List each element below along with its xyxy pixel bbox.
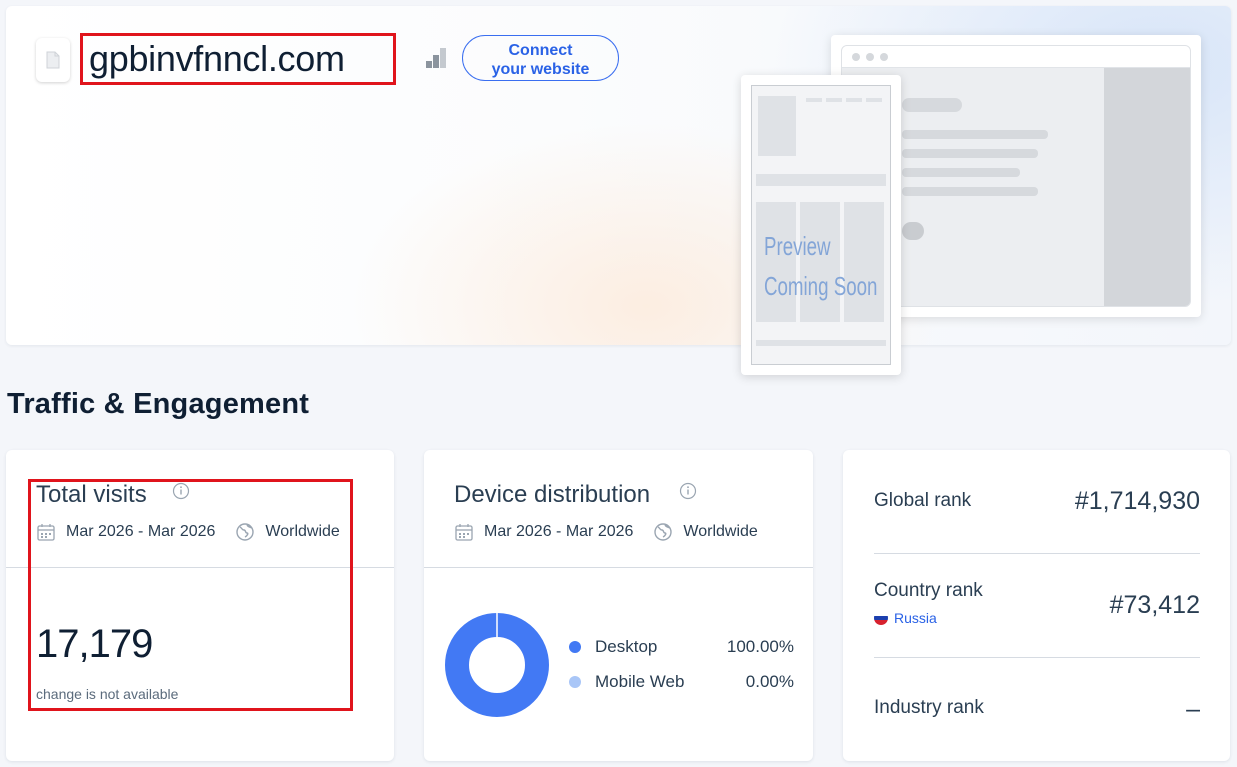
total-visits-title: Total visits bbox=[36, 481, 147, 508]
total-visits-value: 17,179 bbox=[36, 622, 153, 666]
signal-bars-icon bbox=[426, 48, 446, 68]
region-text: Worldwide bbox=[683, 523, 758, 540]
info-icon[interactable] bbox=[679, 482, 697, 500]
legend-value: 0.00% bbox=[745, 672, 794, 691]
connect-label-line2: your website bbox=[491, 60, 590, 78]
region: Worldwide bbox=[653, 522, 758, 542]
country-rank-value: #73,412 bbox=[1109, 591, 1200, 619]
country-name: Russia bbox=[894, 610, 937, 626]
device-donut-chart bbox=[445, 613, 549, 717]
preview-coming-soon-text: Preview Coming Soon bbox=[764, 226, 877, 306]
date-range: Mar 2026 - Mar 2026 bbox=[36, 522, 215, 542]
country-rank-label: Country rank bbox=[874, 580, 983, 601]
ranks-card: Global rank #1,714,930 Country rank Russ… bbox=[843, 450, 1230, 761]
legend-mobile-web: Mobile Web 0.00% bbox=[569, 672, 794, 692]
device-distribution-title: Device distribution bbox=[454, 481, 651, 508]
preview-line2: Coming Soon bbox=[764, 271, 878, 301]
change-note: change is not available bbox=[36, 686, 179, 702]
desktop-dot bbox=[569, 641, 581, 653]
site-header-panel: gpbinvfnncl.com Connect your website Pre… bbox=[6, 6, 1231, 375]
document-icon bbox=[46, 51, 60, 69]
industry-rank-value: – bbox=[1186, 695, 1200, 723]
calendar-icon bbox=[455, 524, 473, 541]
calendar-icon bbox=[37, 524, 55, 541]
legend-label: Desktop bbox=[595, 637, 658, 656]
date-range-text: Mar 2026 - Mar 2026 bbox=[484, 523, 634, 540]
card-divider bbox=[424, 567, 813, 568]
info-icon[interactable] bbox=[172, 482, 190, 500]
device-meta: Mar 2026 - Mar 2026 Worldwide bbox=[454, 522, 758, 542]
legend-value: 100.00% bbox=[726, 637, 794, 656]
card-divider bbox=[6, 567, 394, 568]
date-range: Mar 2026 - Mar 2026 bbox=[454, 522, 633, 542]
region-text: Worldwide bbox=[265, 523, 340, 540]
total-visits-meta: Mar 2026 - Mar 2026 Worldwide bbox=[36, 522, 340, 542]
country-link[interactable]: Russia bbox=[874, 610, 937, 626]
date-range-text: Mar 2026 - Mar 2026 bbox=[66, 523, 216, 540]
russia-flag-icon bbox=[874, 611, 888, 625]
total-visits-card: Total visits Mar 2026 - Mar 2026 Worldwi… bbox=[6, 450, 394, 761]
device-distribution-card: Device distribution Mar 2026 - Mar 2026 … bbox=[424, 450, 813, 761]
preview-line1: Preview bbox=[764, 231, 831, 261]
connect-label-line1: Connect bbox=[508, 41, 573, 59]
mobile-preview: Preview Coming Soon bbox=[741, 75, 901, 375]
mobile-web-dot bbox=[569, 676, 581, 688]
rank-divider bbox=[874, 553, 1200, 554]
globe-icon bbox=[654, 523, 673, 541]
site-favicon bbox=[36, 38, 70, 82]
global-rank-value: #1,714,930 bbox=[1074, 487, 1200, 515]
mobile-preview-screen: Preview Coming Soon bbox=[751, 85, 891, 365]
legend-label: Mobile Web bbox=[595, 672, 685, 691]
legend-desktop: Desktop 100.00% bbox=[569, 637, 794, 657]
global-rank-label: Global rank bbox=[874, 490, 972, 511]
globe-icon bbox=[236, 523, 255, 541]
section-title: Traffic & Engagement bbox=[7, 388, 310, 420]
industry-rank-label: Industry rank bbox=[874, 697, 984, 718]
region: Worldwide bbox=[235, 522, 340, 542]
connect-website-button[interactable]: Connect your website bbox=[462, 35, 619, 81]
rank-divider bbox=[874, 657, 1200, 658]
domain-title: gpbinvfnncl.com bbox=[80, 33, 396, 85]
